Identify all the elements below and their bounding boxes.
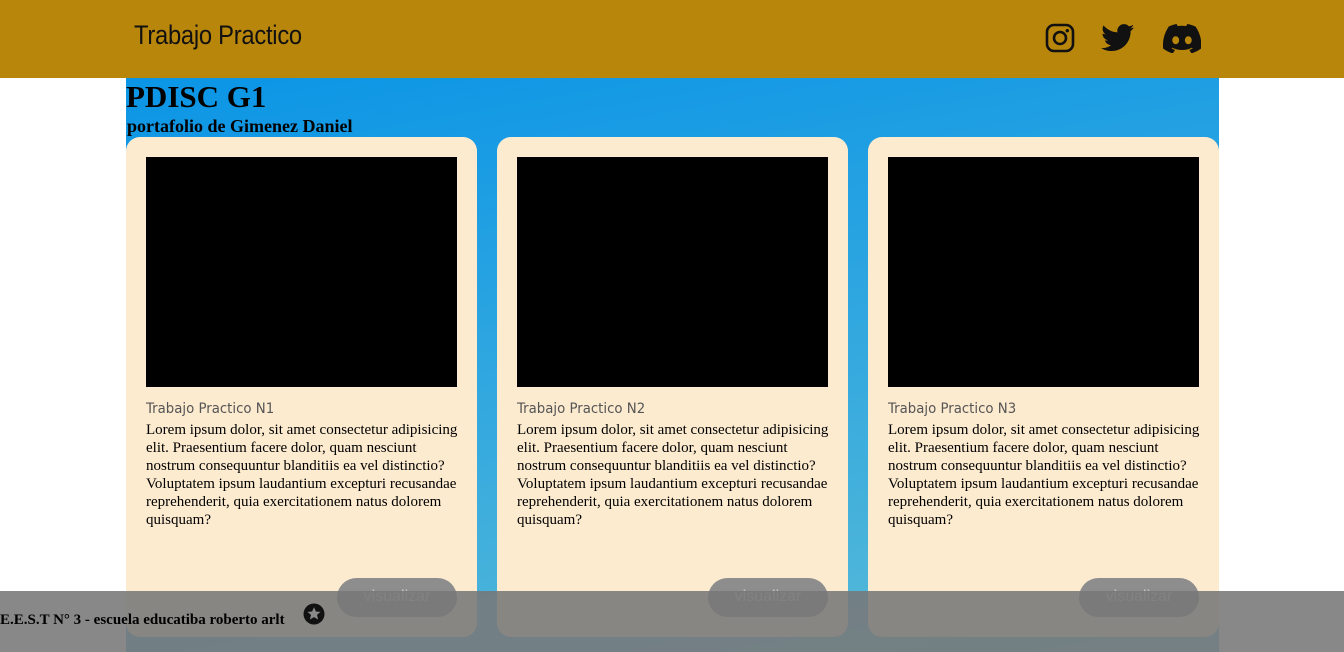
twitter-icon[interactable] <box>1100 20 1136 56</box>
card-title: Trabajo Practico N2 <box>517 401 646 417</box>
main-content: PDISC G1 portafolio de Gimenez Daniel Tr… <box>126 78 1219 652</box>
site-brand[interactable]: Trabajo Practico <box>134 20 302 51</box>
card: Trabajo Practico N3 Lorem ipsum dolor, s… <box>868 137 1219 637</box>
card-title: Trabajo Practico N3 <box>888 401 1017 417</box>
card-media <box>888 157 1199 387</box>
card-text: Lorem ipsum dolor, sit amet consectetur … <box>146 422 458 528</box>
page-title: PDISC G1 <box>126 79 267 114</box>
discord-icon[interactable] <box>1162 20 1202 56</box>
instagram-icon[interactable] <box>1044 20 1076 56</box>
footer-text: E.E.S.T N° 3 - escuela educatiba roberto… <box>0 612 285 628</box>
card-text: Lorem ipsum dolor, sit amet consectetur … <box>888 422 1200 528</box>
card-media <box>146 157 457 387</box>
star-icon <box>303 603 325 625</box>
card-title: Trabajo Practico N1 <box>146 401 275 417</box>
card: Trabajo Practico N1 Lorem ipsum dolor, s… <box>126 137 477 637</box>
card-text: Lorem ipsum dolor, sit amet consectetur … <box>517 422 829 528</box>
card: Trabajo Practico N2 Lorem ipsum dolor, s… <box>497 137 848 637</box>
site-header: Trabajo Practico <box>0 0 1344 78</box>
page-subtitle: portafolio de Gimenez Daniel <box>127 116 353 136</box>
card-media <box>517 157 828 387</box>
site-footer: E.E.S.T N° 3 - escuela educatiba roberto… <box>0 591 1344 652</box>
